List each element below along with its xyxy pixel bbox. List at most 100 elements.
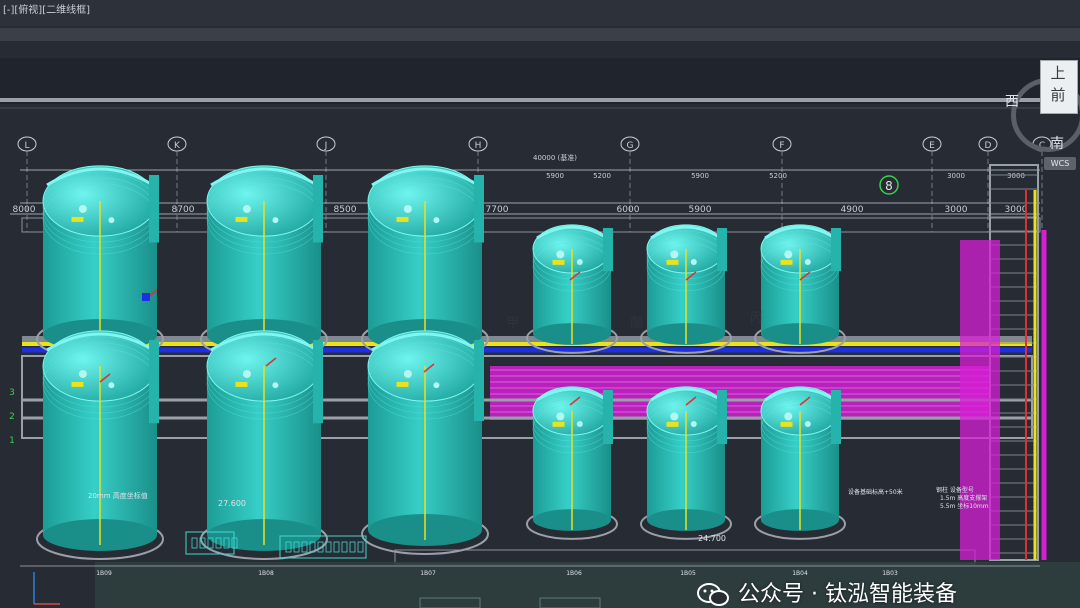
tank-nozzle [670, 250, 679, 259]
room-label: 丙 [749, 311, 762, 326]
tank-valve [235, 381, 248, 387]
tank-nozzle [242, 204, 251, 213]
dimension-label: 7700 [486, 205, 509, 215]
grid-bubble-label: E [929, 141, 935, 151]
annotation-text: 设备基础标高+50米 [848, 488, 903, 496]
drawing-canvas[interactable]: LKJHGFEDC40000 (基准)850080008000590052005… [0, 0, 1080, 608]
dimension-label: 5900 [689, 205, 712, 215]
dimension-label: 8700 [172, 205, 195, 215]
dimension-label: 8500 [334, 205, 357, 215]
tank-valve [71, 216, 84, 222]
tank-nozzle [690, 421, 697, 428]
cad-application: [-][俯视][二维线框] LKJHGFEDC40000 (基准)8500800… [0, 0, 1080, 608]
tank-ladder [717, 390, 727, 444]
axis-mark: 3 [9, 388, 15, 398]
tank-valve [552, 421, 565, 427]
tank-nozzle [403, 369, 412, 378]
tank-nozzle [78, 204, 87, 213]
grid-bubble-label: J [324, 141, 328, 151]
equipment-cell [357, 541, 364, 553]
annotation-text: 20mm 高度坐标值 [88, 491, 148, 500]
dimension-label: 5200 [593, 172, 611, 180]
tank-ladder [474, 175, 484, 243]
tank-valve [780, 259, 793, 265]
compass-south-label[interactable]: 南 [1050, 133, 1064, 153]
tank-nozzle [272, 217, 279, 224]
dimension-label: 6000 [617, 205, 640, 215]
tank-ladder [149, 175, 159, 243]
wechat-logo-icon [697, 583, 729, 606]
tank-nozzle [670, 412, 679, 421]
dimension-label: 5900 [546, 172, 564, 180]
tank-nozzle [690, 259, 697, 266]
tank-nozzle [556, 412, 565, 421]
tank-nozzle [272, 382, 279, 389]
tank-valve [396, 216, 409, 222]
tank-nozzle [433, 217, 440, 224]
dimension-label: 4900 [841, 205, 864, 215]
upper-band [0, 58, 1080, 104]
tank-ladder [313, 175, 323, 243]
tank-valve [552, 259, 565, 265]
axis-mark: 1 [9, 436, 15, 446]
watermark: 公众号 · 钛泓智能装备 [696, 582, 957, 608]
view-cube[interactable]: 上 前 [1040, 58, 1078, 120]
tank-nozzle [403, 204, 412, 213]
room-label: 甲 [506, 316, 519, 331]
tank-nozzle [433, 382, 440, 389]
tank-nozzle [804, 259, 811, 266]
annotation-text: 1.5m 高度支撑架 [940, 494, 987, 502]
grid-bubble-label: K [174, 141, 181, 151]
equipment-cell [325, 541, 332, 553]
equipment-cell [333, 541, 340, 553]
room-label: 酸 [630, 316, 643, 331]
dimension-label: 3000 [1005, 205, 1028, 215]
grid-bubble-label: G [627, 141, 634, 151]
grid-bubble-label: H [475, 141, 482, 151]
dimension-label: 5900 [691, 172, 709, 180]
wcs-menu-button[interactable]: WCS [1044, 157, 1076, 170]
tank-ladder [474, 340, 484, 421]
bottom-label: 1B06 [566, 570, 582, 577]
watermark-text: 公众号 · 钛泓智能装备 [738, 582, 957, 607]
tank-valve [396, 381, 409, 387]
view-cube-front-label: 前 [1050, 86, 1066, 104]
dimension-label: 3000 [945, 205, 968, 215]
tank-valve [666, 259, 679, 265]
tank-ladder [313, 340, 323, 424]
elevation-label: 24.700 [698, 534, 726, 543]
tank-valve [71, 381, 84, 387]
tank-nozzle [784, 250, 793, 259]
tank-ladder [831, 228, 841, 272]
magenta-riser [960, 240, 1000, 560]
bottom-label: 1B05 [680, 570, 696, 577]
tank-nozzle [804, 421, 811, 428]
compass-west-label[interactable]: 西 [1005, 91, 1019, 111]
tank-valve [780, 421, 793, 427]
annotation-text: 5.5m 坐标10mm [940, 502, 989, 510]
bottom-label: 1B03 [882, 570, 898, 577]
tank-nozzle [242, 369, 251, 378]
bottom-label: 1B04 [792, 570, 808, 577]
tank-nozzle [576, 421, 583, 428]
equipment-cell [349, 541, 356, 553]
tank-ladder [149, 340, 159, 424]
pump-symbol [142, 293, 150, 301]
equipment-cell [341, 541, 348, 553]
tank-nozzle [576, 259, 583, 266]
dimension-label: 8000 [13, 205, 36, 215]
wall-outline [394, 549, 976, 565]
bottom-label: 1B07 [420, 570, 436, 577]
dimension-label: 3000 [1007, 172, 1025, 180]
tank-ladder [831, 390, 841, 444]
tank-nozzle [108, 217, 115, 224]
grid-bubble-label: F [779, 141, 784, 151]
tank-nozzle [784, 412, 793, 421]
bottom-label: 1B08 [258, 570, 274, 577]
view-cube-top-label: 上 [1050, 64, 1066, 82]
tank-nozzle [78, 369, 87, 378]
annotation-text: 钢柱 设备型号 [936, 486, 974, 494]
tank-valve [666, 421, 679, 427]
tank-nozzle [108, 382, 115, 389]
beam-outline [21, 217, 1041, 233]
